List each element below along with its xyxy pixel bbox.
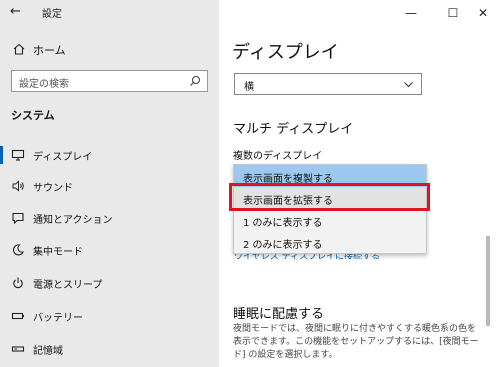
highlight-annotation [229, 183, 430, 211]
scrollbar[interactable] [486, 236, 490, 326]
notification-icon [12, 212, 24, 225]
orientation-select[interactable]: 横 [234, 73, 422, 95]
search-placeholder: 設定の検索 [19, 79, 69, 90]
close-button[interactable]: ✕ [468, 3, 498, 23]
sidebar-item-label: サウンド [33, 183, 73, 194]
sidebar-item-label: 集中モード [33, 247, 83, 258]
sidebar-item-storage[interactable]: 記憶域 [0, 337, 219, 361]
night-light-description: 夜間モードでは、夜間に眠りに付きやすくする暖色系の色を表示できます。この機能をセ… [233, 324, 479, 360]
option-label: 2 のみに表示する [243, 240, 323, 251]
sidebar-item-label: 電源とスリープ [33, 280, 103, 291]
sidebar-item-label: ディスプレイ [33, 152, 93, 163]
multi-display-heading: マルチ ディスプレイ [233, 122, 354, 137]
sidebar-item-notifications[interactable]: 通知とアクション [0, 206, 219, 230]
dropdown-option-only-2[interactable]: 2 のみに表示する [234, 231, 426, 253]
monitor-icon [11, 149, 25, 161]
sidebar-item-label: 通知とアクション [33, 215, 113, 226]
sidebar-item-power[interactable]: 電源とスリープ [0, 271, 219, 295]
minimize-button[interactable]: — [396, 3, 426, 23]
sidebar-item-focus[interactable]: 集中モード [0, 238, 219, 262]
section-title-system: システム [11, 109, 55, 122]
sidebar-item-sound[interactable]: サウンド [0, 174, 219, 198]
battery-icon [11, 312, 24, 320]
settings-search-input[interactable]: 設定の検索 [11, 70, 208, 92]
page-title: ディスプレイ [232, 42, 339, 63]
home-nav-item[interactable]: ホーム [0, 38, 219, 62]
power-icon [13, 277, 23, 289]
app-title: 設定 [42, 9, 62, 20]
sidebar-item-battery[interactable]: バッテリー [0, 304, 219, 328]
orientation-value: 横 [244, 82, 254, 93]
option-label: 1 のみに表示する [243, 218, 323, 229]
moon-icon [12, 244, 24, 256]
sidebar: ← 設定 ホーム 設定の検索 システム ディスプレイ サウンド 通知とアクション… [0, 0, 219, 367]
multi-display-label: 複数のディスプレイ [233, 151, 323, 162]
sidebar-item-label: バッテリー [33, 313, 83, 324]
home-icon [13, 43, 25, 55]
sidebar-item-display[interactable]: ディスプレイ [0, 143, 219, 167]
speaker-icon [12, 180, 24, 192]
storage-icon [11, 346, 25, 352]
dropdown-option-only-1[interactable]: 1 のみに表示する [234, 209, 426, 231]
maximize-button[interactable]: ☐ [438, 3, 468, 23]
sidebar-item-label: 記憶域 [33, 346, 63, 357]
home-label: ホーム [33, 44, 66, 57]
search-icon [190, 75, 201, 86]
back-arrow-icon[interactable]: ← [10, 4, 26, 20]
title-bar: ← 設定 [0, 0, 219, 26]
chevron-down-icon [404, 82, 413, 88]
night-light-heading: 睡眠に配慮する [233, 307, 325, 322]
